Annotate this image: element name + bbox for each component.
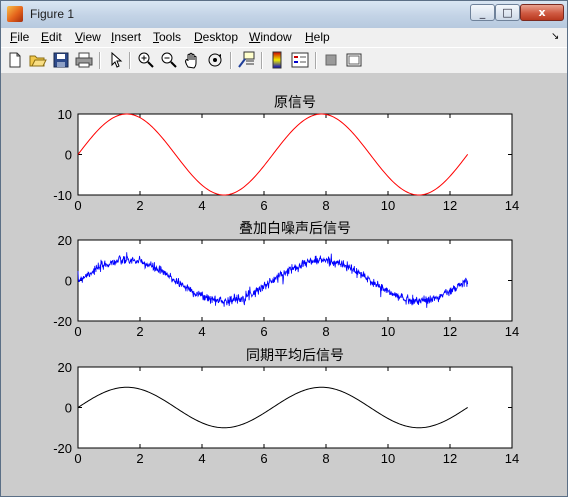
minimize-icon: _ [479,6,486,19]
save-icon[interactable] [52,51,70,69]
maximize-button[interactable]: □ [495,4,520,21]
axes-1-box [77,113,513,196]
plots-svg: 原信号0 2 4 6 8 10 12 14100-10叠加白噪声后信号0 2 4 6 8 10 12 142… [53,95,519,466]
legend-icon[interactable] [291,51,309,69]
minimize-button[interactable]: _ [470,4,495,21]
x-tick-label: 0 [74,198,81,213]
axes-2-title: 叠加白噪声后信号 [239,221,351,237]
x-tick-label: 12 [443,198,457,213]
axes-2-box [77,239,513,322]
new-file-icon[interactable] [6,51,24,69]
x-tick-label: 2 [136,198,143,213]
x-tick-label: 4 [198,324,205,339]
menu-bar: File Edit View Insert Tools Desktop Wind… [1,28,567,47]
y-tick-label: -10 [53,188,72,203]
data-cursor-icon[interactable] [237,51,255,69]
pan-hand-icon[interactable] [183,51,201,69]
zoom-in-icon[interactable] [137,51,155,69]
maximize-icon: □ [502,6,513,19]
toolbar-separator [261,52,263,69]
title-bar[interactable]: Figure 1 _ □ x [1,1,567,29]
figure-toolbar [1,47,567,74]
menu-tools[interactable]: Tools [153,30,181,44]
y-tick-label: 0 [65,274,72,289]
x-tick-label: 12 [443,451,457,466]
menu-insert[interactable]: Insert [111,30,141,44]
x-tick-label: 4 [198,451,205,466]
toolbar-separator [315,52,317,69]
figure-canvas: 原信号 0 2 4 6 8 10 12 14 10 0 -10 叠加白噪声后信号 0 2 4 6 8 10 12 14 2… [1,73,567,496]
y-tick-label: 10 [58,107,72,122]
x-tick-label: 4 [198,198,205,213]
y-tick-label: 20 [58,233,72,248]
x-tick-label: 8 [322,198,329,213]
axes-3-box [77,366,513,449]
figure-window: Figure 1 _ □ x File Edit View Insert Too… [0,0,568,497]
menu-file[interactable]: File [10,30,29,44]
pointer-icon[interactable] [106,51,124,69]
colorbar-icon[interactable] [268,51,286,69]
close-icon: x [538,6,546,19]
x-tick-label: 6 [260,324,267,339]
window-title: Figure 1 [30,7,75,21]
menu-window[interactable]: Window [249,30,292,44]
x-tick-label: 6 [260,198,267,213]
x-tick-label: 2 [136,324,143,339]
y-tick-label: 20 [58,360,72,375]
menu-view[interactable]: View [75,30,101,44]
rotate-3d-icon[interactable] [206,51,224,69]
menu-desktop[interactable]: Desktop [194,30,238,44]
axes-3-title: 同期平均后信号 [246,348,344,364]
menu-edit[interactable]: Edit [41,30,62,44]
x-tick-label: 8 [322,324,329,339]
x-tick-label: 6 [260,451,267,466]
toolbar-separator [129,52,131,69]
x-tick-label: 14 [505,451,519,466]
axes-1-title: 原信号 [274,95,316,111]
x-tick-label: 2 [136,451,143,466]
x-tick-label: 14 [505,324,519,339]
y-tick-label: -20 [53,314,72,329]
x-tick-label: 0 [74,324,81,339]
x-tick-label: 14 [505,198,519,213]
toolbar-separator [230,52,232,69]
print-icon[interactable] [75,51,93,69]
menu-dock-arrow-icon[interactable]: ↘ [551,31,559,42]
matlab-logo-icon [7,6,23,22]
x-tick-label: 12 [443,324,457,339]
x-tick-label: 10 [381,198,395,213]
hide-plot-tools-icon[interactable] [322,51,340,69]
x-tick-label: 0 [74,451,81,466]
zoom-out-icon[interactable] [160,51,178,69]
menu-help[interactable]: Help [305,30,330,44]
show-plot-tools-icon[interactable] [345,51,363,69]
x-tick-label: 10 [381,451,395,466]
y-tick-label: -20 [53,441,72,456]
y-tick-label: 0 [65,148,72,163]
x-tick-label: 10 [381,324,395,339]
x-tick-label: 8 [322,451,329,466]
close-button[interactable]: x [520,4,564,21]
y-tick-label: 0 [65,401,72,416]
toolbar-separator [99,52,101,69]
open-folder-icon[interactable] [29,51,47,69]
